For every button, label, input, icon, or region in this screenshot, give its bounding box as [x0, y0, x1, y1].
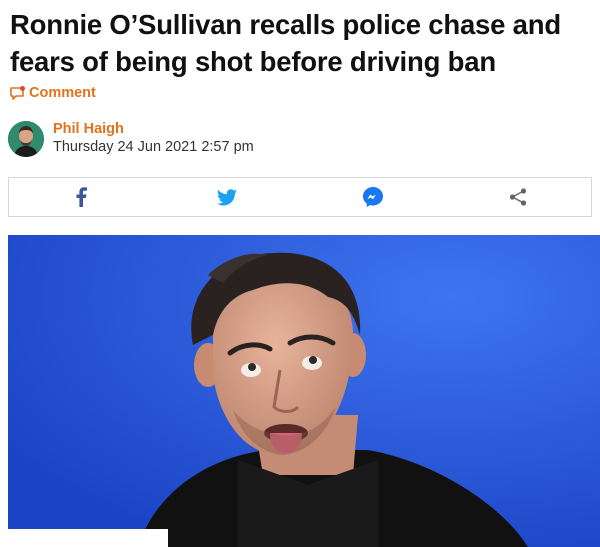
facebook-share-button[interactable] — [9, 178, 155, 216]
messenger-icon — [362, 187, 383, 207]
messenger-share-button[interactable] — [300, 178, 446, 216]
facebook-icon — [76, 187, 88, 207]
share-icon — [508, 187, 528, 207]
comment-link[interactable]: Comment — [9, 84, 96, 102]
image-corner-tab — [8, 529, 168, 547]
twitter-icon — [217, 188, 238, 206]
author-name[interactable]: Phil Haigh — [53, 121, 254, 138]
more-share-button[interactable] — [446, 178, 592, 216]
comment-label: Comment — [29, 85, 96, 101]
comment-icon — [9, 86, 25, 100]
author-avatar[interactable] — [8, 121, 44, 157]
hero-image[interactable] — [8, 235, 600, 547]
publish-date: Thursday 24 Jun 2021 2:57 pm — [53, 139, 254, 155]
share-bar — [8, 177, 592, 217]
twitter-share-button[interactable] — [155, 178, 301, 216]
article-headline: Ronnie O’Sullivan recalls police chase a… — [10, 9, 561, 77]
author-byline: Phil Haigh Thursday 24 Jun 2021 2:57 pm — [8, 119, 254, 159]
